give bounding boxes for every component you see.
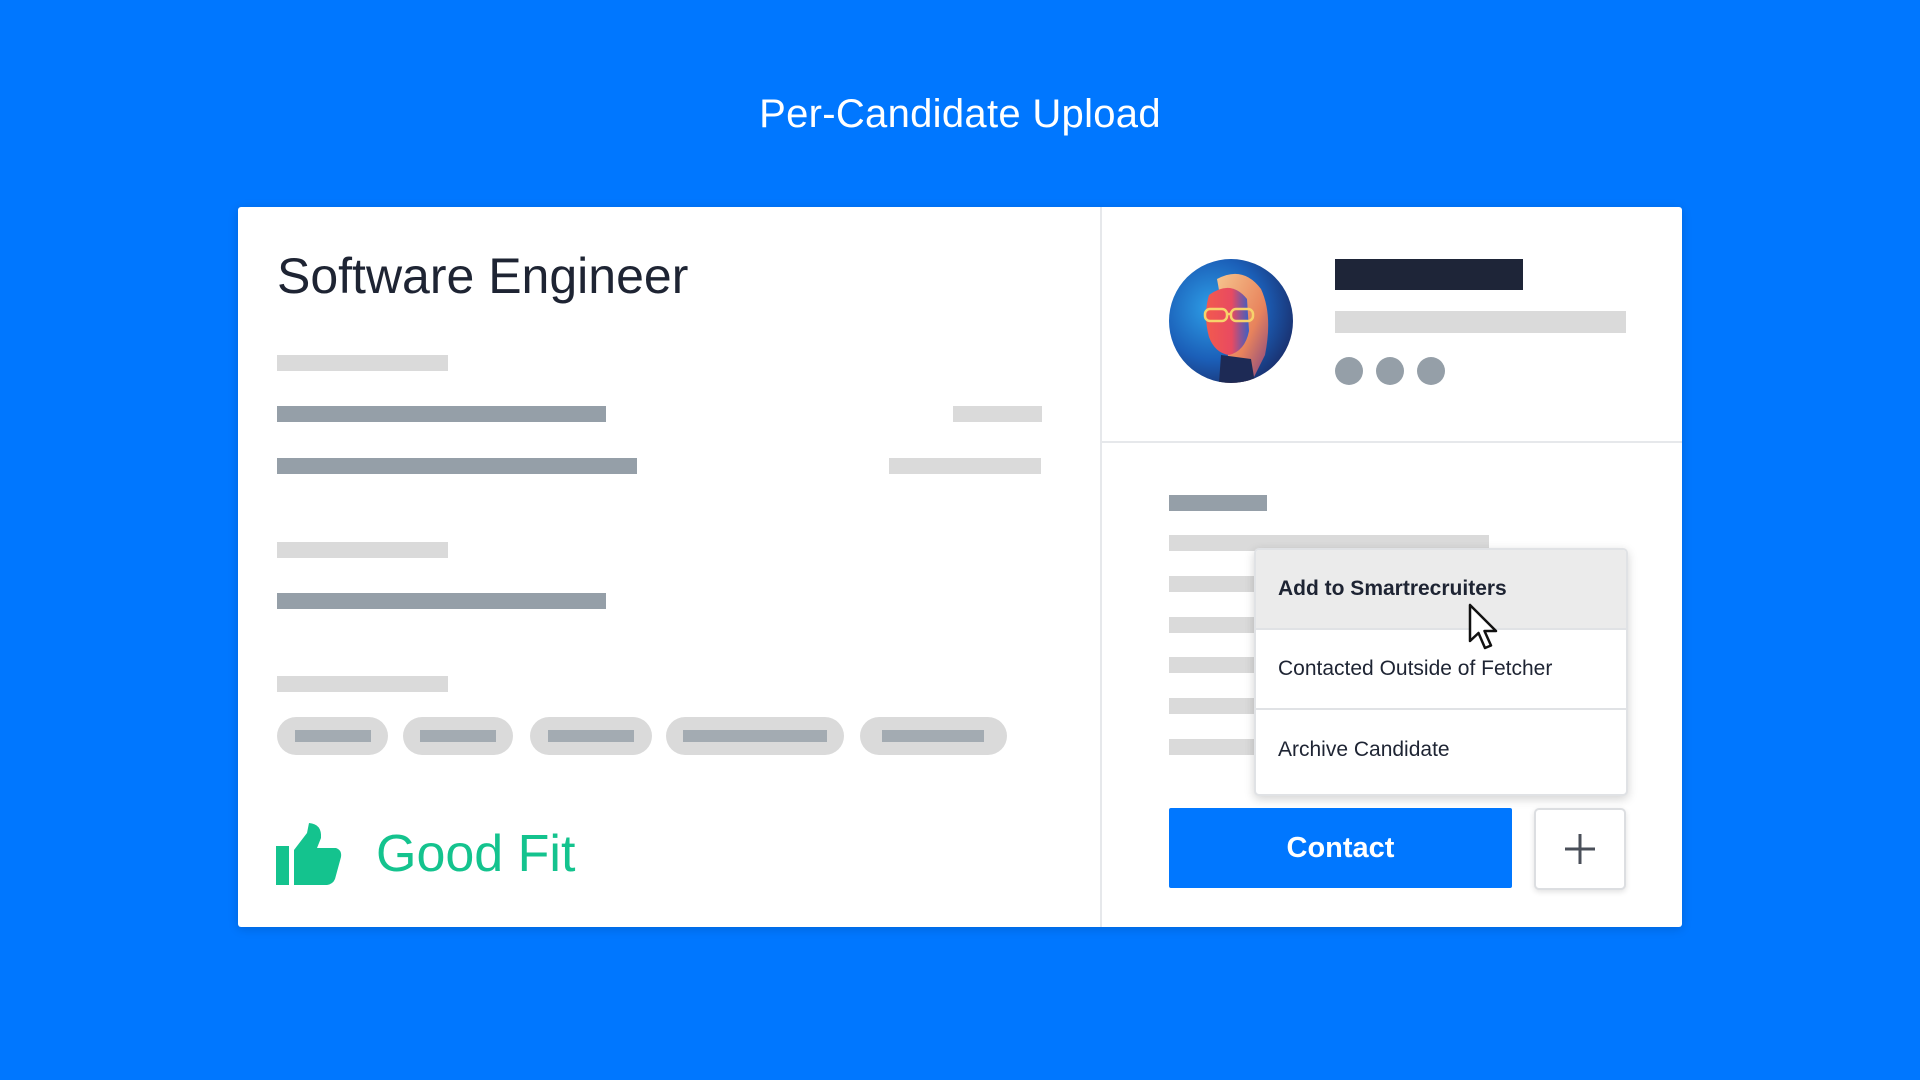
skill-tag <box>403 717 513 755</box>
candidate-name-placeholder <box>1335 259 1523 290</box>
skill-tag-placeholder <box>420 730 496 742</box>
contact-dot <box>1417 357 1445 385</box>
menu-item-archive-candidate[interactable]: Archive Candidate <box>1256 710 1626 790</box>
good-fit-label: Good Fit <box>376 825 576 883</box>
contact-dot <box>1376 357 1404 385</box>
horizontal-divider <box>1102 441 1682 443</box>
contact-button[interactable]: Contact <box>1169 808 1512 888</box>
candidate-photo <box>1169 259 1293 383</box>
avatar <box>1169 259 1293 383</box>
skill-tag-placeholder <box>548 730 634 742</box>
skill-tag-placeholder <box>295 730 371 742</box>
placeholder-text-line <box>953 406 1042 422</box>
skill-tag-placeholder <box>882 730 984 742</box>
actions-dropdown-menu: Add to Smartrecruiters Contacted Outside… <box>1254 548 1628 796</box>
candidate-headline-placeholder <box>1335 311 1626 333</box>
placeholder-section-heading <box>1169 495 1267 511</box>
skill-tag-placeholder <box>683 730 827 742</box>
placeholder-section-heading <box>277 542 448 558</box>
placeholder-text-line <box>889 458 1041 474</box>
mouse-cursor-icon <box>1468 603 1498 650</box>
plus-icon <box>1565 834 1595 864</box>
menu-item-contacted-outside[interactable]: Contacted Outside of Fetcher <box>1256 630 1626 710</box>
placeholder-text-line <box>277 406 606 422</box>
skill-tag <box>530 717 652 755</box>
skill-tag <box>277 717 388 755</box>
placeholder-section-heading <box>277 355 448 371</box>
skill-tag <box>860 717 1007 755</box>
thumbs-up-icon <box>276 823 342 885</box>
good-fit-indicator: Good Fit <box>276 819 575 889</box>
menu-item-add-to-smartrecruiters[interactable]: Add to Smartrecruiters <box>1256 550 1626 630</box>
page-title: Per-Candidate Upload <box>759 92 1161 136</box>
vertical-divider <box>1100 207 1102 927</box>
candidate-card: Software Engineer Good Fit Add to Smartr… <box>238 207 1682 927</box>
placeholder-text-line <box>277 458 637 474</box>
contact-dot <box>1335 357 1363 385</box>
job-title: Software Engineer <box>277 248 689 304</box>
placeholder-text-line <box>277 593 606 609</box>
more-actions-button[interactable] <box>1534 808 1626 890</box>
placeholder-section-heading <box>277 676 448 692</box>
skill-tag <box>666 717 844 755</box>
